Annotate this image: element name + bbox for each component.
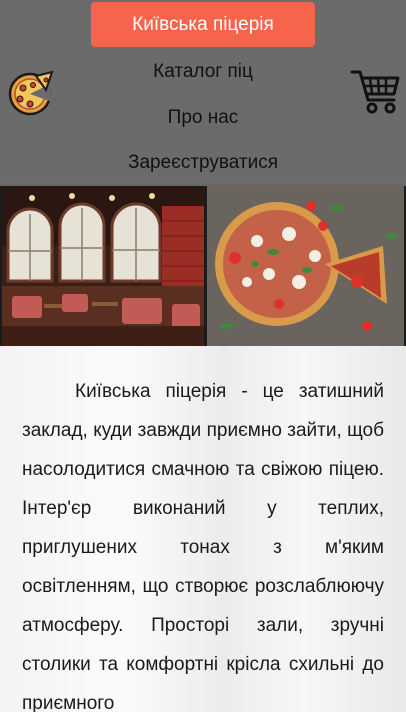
pizza-photo bbox=[207, 186, 404, 346]
nav-register[interactable]: Зареєструватися bbox=[128, 151, 278, 175]
restaurant-interior-photo bbox=[2, 186, 204, 346]
pizzeria-description: Київська піцерія - це затишний заклад, к… bbox=[22, 381, 384, 712]
nav-catalog[interactable]: Каталог піц bbox=[153, 60, 253, 84]
main-content: Київська піцерія - це затишний заклад, к… bbox=[0, 346, 406, 712]
hero-gallery bbox=[0, 186, 406, 346]
nav-about[interactable]: Про нас bbox=[168, 106, 239, 130]
cart-icon[interactable] bbox=[350, 66, 402, 116]
main-nav: Київська піцерія Каталог піц Про нас Зар… bbox=[0, 0, 406, 186]
nav-home-active[interactable]: Київська піцерія bbox=[91, 2, 315, 47]
site-header: Київська піцерія Каталог піц Про нас Зар… bbox=[0, 0, 406, 186]
